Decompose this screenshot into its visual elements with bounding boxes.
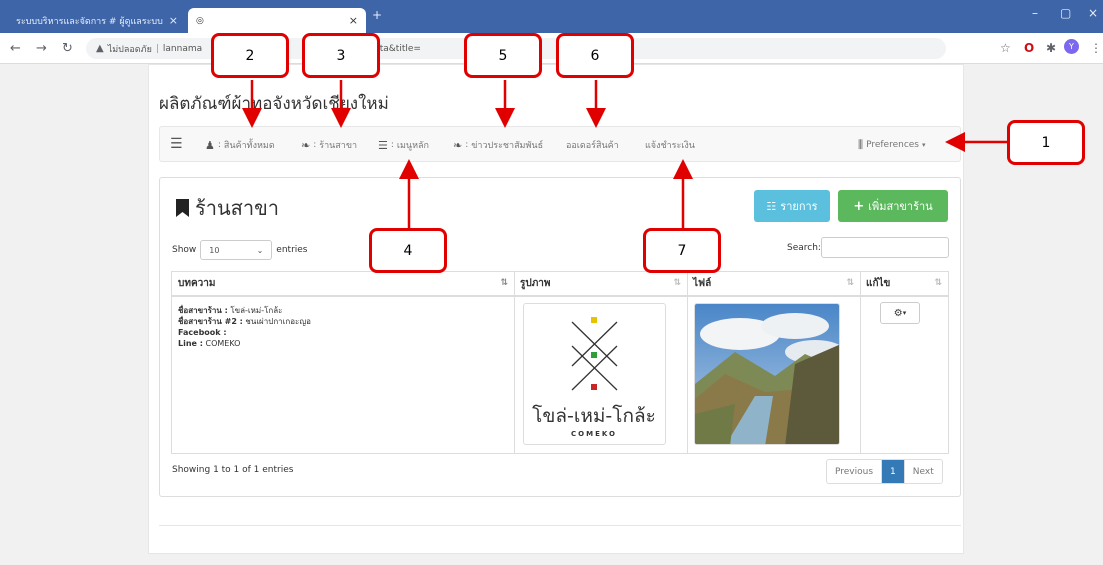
- annotation-callout-3: 3: [302, 33, 380, 78]
- annotation-callout-1: 1: [1007, 120, 1085, 165]
- annotation-callout-4: 4: [369, 228, 447, 273]
- annotation-callout-6: 6: [556, 33, 634, 78]
- annotation-callout-2: 2: [211, 33, 289, 78]
- annotation-callout-7: 7: [643, 228, 721, 273]
- annotation-arrows: [242, 80, 1008, 229]
- annotation-callout-5: 5: [464, 33, 542, 78]
